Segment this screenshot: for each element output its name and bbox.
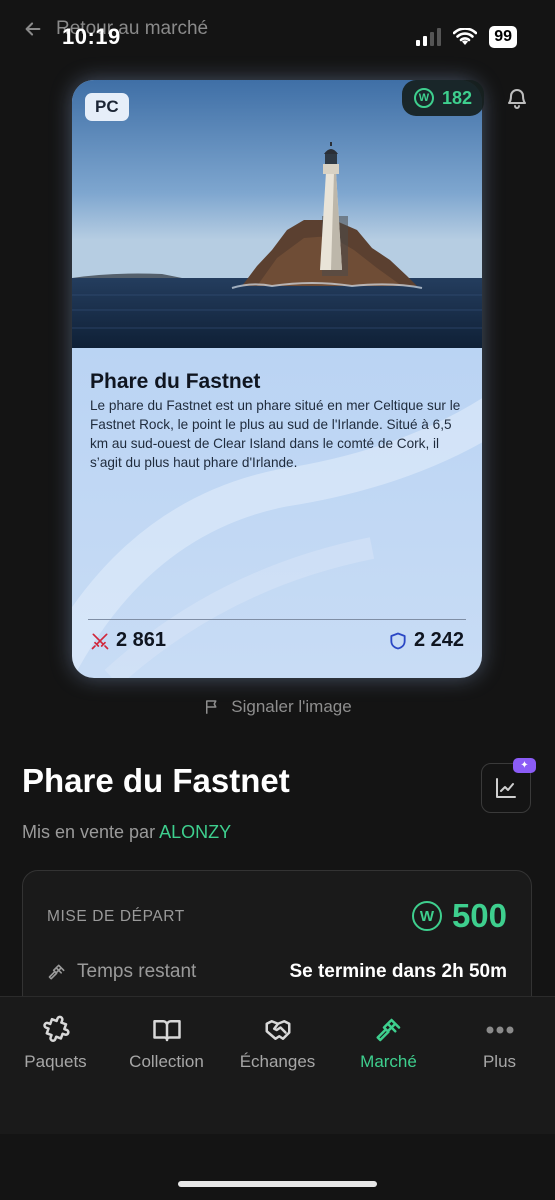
seller-prefix: Mis en vente par: [22, 822, 156, 842]
nav-item-paquets[interactable]: Paquets: [0, 1015, 111, 1072]
nav-item-collection[interactable]: Collection: [111, 1015, 222, 1072]
defense-stat: 2 242: [388, 629, 464, 652]
nav-item-marche[interactable]: Marché: [333, 1015, 444, 1072]
arrow-left-icon: [25, 22, 41, 36]
time-remaining-value: Se termine dans 2h 50m: [289, 961, 507, 982]
bell-icon[interactable]: [505, 86, 529, 110]
battery-indicator: 99: [489, 26, 517, 48]
status-icons: 99: [416, 26, 517, 48]
crossed-swords-icon: [91, 633, 109, 649]
status-time: 10:19: [62, 24, 121, 49]
signal-icon: [416, 28, 442, 46]
handshake-icon: [265, 1020, 290, 1040]
more-icon: [486, 1026, 513, 1034]
wallet-balance[interactable]: W 182: [402, 80, 485, 116]
card-description: Le phare du Fastnet est un phare situé e…: [90, 398, 461, 470]
report-label: Signaler l'image: [231, 697, 352, 716]
puzzle-icon: [42, 1015, 70, 1042]
home-indicator[interactable]: [178, 1181, 377, 1187]
platform-badge: PC: [85, 93, 129, 121]
status-bar: Retour au marché 10:19 99: [0, 0, 555, 70]
attack-stat: 2 861: [90, 629, 166, 652]
report-image-link[interactable]: Signaler l'image: [0, 697, 555, 717]
home-indicator-area: [0, 1134, 555, 1200]
shield-icon: [390, 632, 406, 649]
collectible-card[interactable]: PC Phare du Fastnet Le phare du Fastnet …: [72, 80, 482, 678]
card-body: Phare du Fastnet Le phare du Fastnet est…: [72, 348, 482, 678]
starting-bid-label: MISE DE DÉPART: [47, 908, 185, 925]
card-title: Phare du Fastnet: [90, 370, 261, 393]
lighthouse-image: [72, 80, 482, 348]
nav-item-plus[interactable]: Plus: [444, 1015, 555, 1072]
flag-icon: [206, 700, 217, 714]
chart-icon: [496, 778, 516, 798]
book-icon: [152, 1020, 181, 1042]
coin-icon: W: [414, 88, 434, 108]
starting-bid-price: W 500: [411, 897, 507, 935]
card-divider: [88, 619, 466, 620]
gavel-icon: [376, 1018, 400, 1042]
seller-line: Mis en vente par ALONZY: [22, 822, 231, 843]
time-remaining-label: Temps restant: [47, 961, 196, 983]
starting-bid-value: 500: [451, 897, 507, 934]
nav-item-echanges[interactable]: Échanges: [222, 1015, 333, 1072]
attack-value: 2 861: [116, 629, 167, 651]
gavel-icon: [48, 964, 65, 980]
wallet-amount: 182: [442, 87, 473, 108]
seller-name[interactable]: ALONZY: [159, 822, 231, 842]
wifi-icon: [453, 28, 478, 45]
listing-title: Phare du Fastnet: [22, 762, 290, 799]
sparkle-icon: ✦: [513, 758, 536, 773]
coin-icon: W: [411, 901, 442, 931]
defense-value: 2 242: [413, 629, 464, 651]
